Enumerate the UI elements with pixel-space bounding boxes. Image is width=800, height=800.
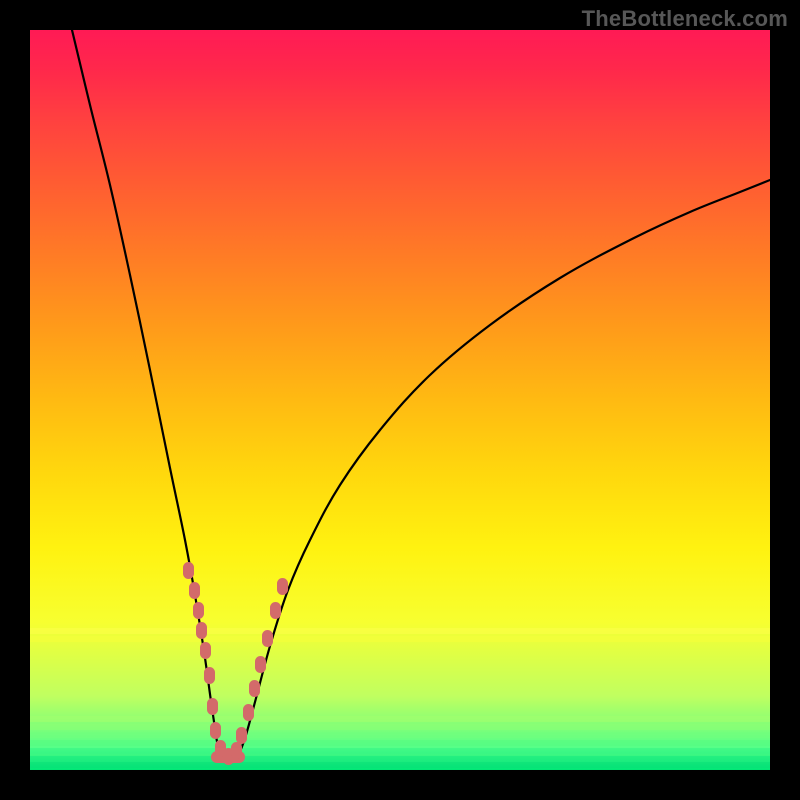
attribution-text: TheBottleneck.com [582,6,788,32]
curve-marker [243,704,254,721]
chart-frame: TheBottleneck.com [0,0,800,800]
curve-marker [236,727,247,744]
curve-marker [231,742,242,759]
curve-markers [183,562,288,765]
main-v-curve [72,30,770,759]
curve-marker [210,722,221,739]
curve-marker [196,622,207,639]
curve-marker [277,578,288,595]
curve-marker [270,602,281,619]
curve-marker [183,562,194,579]
chart-svg-overlay [30,30,770,770]
curve-marker [200,642,211,659]
curve-marker [204,667,215,684]
curve-marker [193,602,204,619]
curve-marker [207,698,218,715]
curve-marker [255,656,266,673]
curve-marker [262,630,273,647]
curve-marker [249,680,260,697]
curve-marker [189,582,200,599]
plot-area [30,30,770,770]
